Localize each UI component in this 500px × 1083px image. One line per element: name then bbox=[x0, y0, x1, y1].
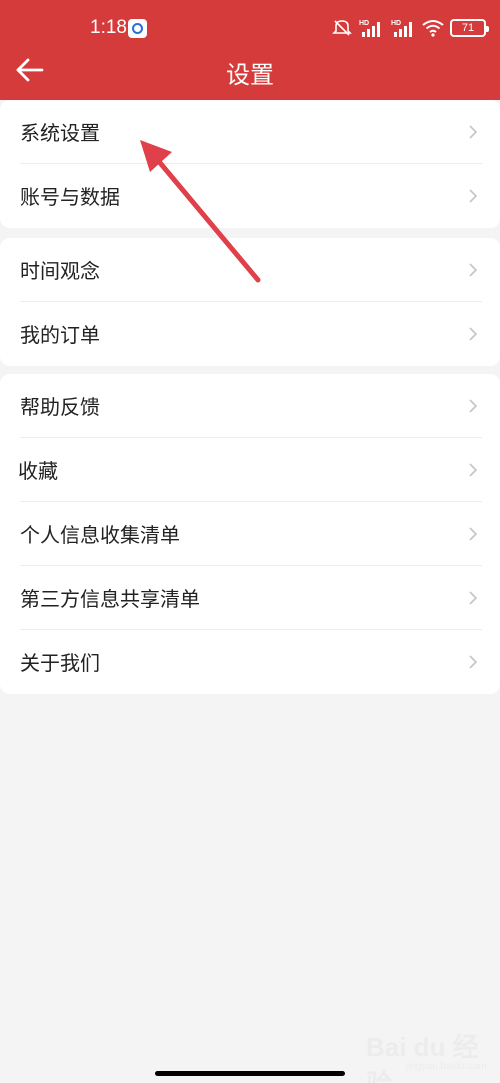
settings-item-time-concept[interactable]: 时间观念 bbox=[0, 238, 500, 302]
chevron-right-icon bbox=[469, 655, 478, 669]
header-bar: 1:18 HD HD 71 设置 bbox=[0, 0, 500, 100]
battery-level: 71 bbox=[461, 22, 475, 34]
settings-item-about-us[interactable]: 关于我们 bbox=[0, 630, 500, 694]
settings-item-personal-info-list[interactable]: 个人信息收集清单 bbox=[0, 502, 500, 566]
status-icons: HD HD 71 bbox=[332, 16, 489, 40]
watermark-brand: Bai du 经验 bbox=[366, 1032, 479, 1083]
chevron-right-icon bbox=[469, 399, 478, 413]
signal-hd-icon: HD bbox=[359, 20, 380, 37]
chevron-right-icon bbox=[469, 125, 478, 139]
settings-item-label: 个人信息收集清单 bbox=[20, 523, 180, 547]
mute-icon bbox=[332, 20, 352, 36]
chevron-right-icon bbox=[469, 189, 478, 203]
settings-item-label: 系统设置 bbox=[20, 121, 100, 145]
settings-item-label: 帮助反馈 bbox=[20, 395, 100, 419]
settings-item-label: 时间观念 bbox=[20, 259, 100, 283]
settings-item-label: 关于我们 bbox=[20, 651, 100, 675]
signal-hd-icon: HD bbox=[391, 20, 412, 37]
settings-item-account-data[interactable]: 账号与数据 bbox=[0, 164, 500, 228]
home-indicator[interactable] bbox=[155, 1071, 345, 1076]
settings-item-label: 账号与数据 bbox=[20, 185, 120, 209]
chevron-right-icon bbox=[469, 591, 478, 605]
chevron-right-icon bbox=[469, 263, 478, 277]
settings-group-info: 帮助反馈 收藏 个人信息收集清单 第三方信息共享清单 关于我们 bbox=[0, 374, 500, 694]
status-time: 1:18 bbox=[90, 17, 127, 38]
settings-item-label: 收藏 bbox=[18, 459, 58, 483]
nav-bar: 设置 bbox=[0, 46, 500, 98]
settings-item-label: 第三方信息共享清单 bbox=[20, 587, 200, 611]
page-title: 设置 bbox=[226, 61, 274, 89]
app-notification-icon bbox=[128, 19, 147, 38]
svg-text:HD: HD bbox=[359, 20, 369, 27]
chevron-right-icon bbox=[469, 327, 478, 341]
settings-item-system[interactable]: 系统设置 bbox=[0, 100, 500, 164]
battery-icon: 71 bbox=[450, 19, 489, 37]
watermark-logo: Bai du 经验 jingyan.baidu.com bbox=[366, 1025, 487, 1083]
settings-group-time: 时间观念 我的订单 bbox=[0, 238, 500, 366]
settings-item-favorites[interactable]: 收藏 bbox=[0, 438, 500, 502]
settings-item-help-feedback[interactable]: 帮助反馈 bbox=[0, 374, 500, 438]
watermark-url: jingyan.baidu.com bbox=[406, 1061, 487, 1072]
chevron-right-icon bbox=[469, 463, 478, 477]
settings-item-label: 我的订单 bbox=[20, 323, 100, 347]
wifi-icon bbox=[422, 20, 444, 37]
chevron-right-icon bbox=[469, 527, 478, 541]
settings-item-third-party-list[interactable]: 第三方信息共享清单 bbox=[0, 566, 500, 630]
settings-group-account: 系统设置 账号与数据 bbox=[0, 100, 500, 228]
svg-text:HD: HD bbox=[391, 20, 401, 27]
settings-item-my-orders[interactable]: 我的订单 bbox=[0, 302, 500, 366]
